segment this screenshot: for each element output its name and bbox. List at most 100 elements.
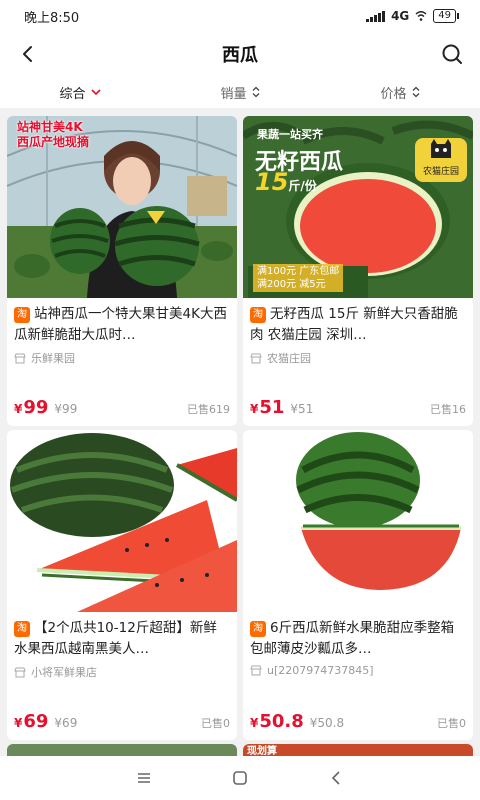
taobao-tag: 淘 — [14, 621, 30, 637]
back-icon[interactable] — [328, 770, 344, 786]
product-title-text: 站神西瓜一个特大果甘美4K大西瓜新鲜脆甜大瓜时… — [14, 306, 227, 343]
sort-arrows-icon — [412, 86, 419, 98]
shop-icon — [14, 667, 26, 677]
banner-weight-row: 15斤/份 — [255, 168, 317, 196]
product-card[interactable]: 淘【2个瓜共10-12斤超甜】新鲜水果西瓜越南黑美人… 小将军鲜果店 ¥69 ¥… — [7, 430, 237, 740]
product-image[interactable]: 果蔬一站买齐 无籽西瓜 15斤/份 农猫庄园 满100元 广东包邮 满200元 … — [243, 116, 473, 298]
shop-icon — [250, 353, 262, 363]
status-bar: 晚上8:50 4G 49 — [0, 0, 480, 32]
original-price: ¥69 — [54, 716, 78, 730]
sort-price[interactable]: 价格 — [320, 83, 480, 102]
peek-label: 现划算 — [247, 746, 277, 756]
sold-count: 已售619 — [187, 403, 230, 416]
price-value: 50.8 — [259, 711, 304, 732]
product-title[interactable]: 淘【2个瓜共10-12斤超甜】新鲜水果西瓜越南黑美人… — [7, 612, 237, 660]
sort-arrows-icon — [252, 86, 259, 98]
shop-row[interactable]: u[2207974737845] — [243, 660, 473, 677]
shop-row[interactable]: 乐鲜果园 — [7, 346, 237, 366]
product-image[interactable] — [243, 430, 473, 612]
price-row: ¥50.8 ¥50.8 已售0 — [250, 711, 466, 732]
price-value: 99 — [23, 397, 49, 418]
product-title[interactable]: 淘 6斤西瓜新鲜水果脆甜应季整箱包邮薄皮沙瓤瓜多… — [243, 612, 473, 660]
battery-level: 49 — [438, 10, 451, 21]
banner-line1: 站神甘美4K — [17, 120, 83, 134]
brand-badge: 农猫庄园 — [415, 138, 467, 182]
sort-bar: 综合 销量 价格 — [0, 76, 480, 108]
price: ¥69 — [14, 711, 48, 732]
next-card-peek[interactable] — [7, 744, 237, 756]
product-card[interactable]: 站神甘美4K 西瓜产地现摘 淘站神西瓜一个特大果甘美4K大西瓜新鲜脆甜大瓜时… … — [7, 116, 237, 426]
currency-symbol: ¥ — [250, 716, 259, 730]
price-value: 69 — [23, 711, 49, 732]
battery-icon: 49 — [433, 9, 459, 23]
currency-symbol: ¥ — [250, 402, 259, 416]
promo-line1: 满100元 广东包邮 — [257, 266, 340, 277]
back-button[interactable] — [14, 40, 42, 68]
system-nav-bar — [0, 756, 480, 800]
status-indicators: 4G 49 — [366, 9, 459, 23]
product-title-text: 6斤西瓜新鲜水果脆甜应季整箱包邮薄皮沙瓤瓜多… — [250, 620, 455, 657]
chevron-down-icon — [90, 89, 101, 96]
taobao-tag: 淘 — [14, 307, 30, 323]
sort-label: 销量 — [220, 86, 247, 102]
price: ¥51 — [250, 397, 284, 418]
sold-count: 已售16 — [430, 403, 466, 416]
taobao-tag: 淘 — [250, 621, 266, 637]
search-icon — [442, 44, 462, 64]
original-price: ¥50.8 — [309, 716, 345, 730]
price: ¥50.8 — [250, 711, 304, 732]
product-title[interactable]: 淘无籽西瓜 15斤 新鲜大只香甜脆肉 农猫庄园 深圳… — [243, 298, 473, 346]
price: ¥99 — [14, 397, 48, 418]
sort-label: 综合 — [59, 86, 86, 102]
shop-name: u[2207974737845] — [267, 664, 374, 677]
original-price: ¥99 — [54, 402, 78, 416]
product-title-text: 【2个瓜共10-12斤超甜】新鲜水果西瓜越南黑美人… — [14, 620, 217, 657]
shop-icon — [14, 353, 26, 363]
sort-label: 价格 — [380, 86, 407, 102]
shop-name: 农猫庄园 — [267, 352, 311, 365]
product-title-text: 无籽西瓜 15斤 新鲜大只香甜脆肉 农猫庄园 深圳… — [250, 306, 458, 343]
search-button[interactable] — [438, 40, 466, 68]
sold-count: 已售0 — [437, 717, 466, 730]
price-row: ¥99 ¥99 已售619 — [14, 397, 230, 418]
product-card[interactable]: 淘 6斤西瓜新鲜水果脆甜应季整箱包邮薄皮沙瓤瓜多… u[2207974737845… — [243, 430, 473, 740]
taobao-tag: 淘 — [250, 307, 266, 323]
sort-sales[interactable]: 销量 — [160, 83, 320, 102]
promo-box: 满100元 广东包邮 满200元 减5元 — [253, 264, 344, 292]
price-row: ¥51 ¥51 已售16 — [250, 397, 466, 418]
promo-line2: 满200元 减5元 — [257, 279, 326, 290]
original-price: ¥51 — [290, 402, 314, 416]
product-title[interactable]: 淘站神西瓜一个特大果甘美4K大西瓜新鲜脆甜大瓜时… — [7, 298, 237, 346]
sold-count: 已售0 — [201, 717, 230, 730]
wifi-icon — [415, 11, 427, 21]
back-arrow-icon — [23, 46, 32, 62]
image-banner: 站神甘美4K 西瓜产地现摘 — [17, 120, 89, 150]
price-row: ¥69 ¥69 已售0 — [14, 711, 230, 732]
cat-logo-icon — [431, 139, 451, 158]
home-icon[interactable] — [232, 770, 248, 786]
product-image[interactable]: 站神甘美4K 西瓜产地现摘 — [7, 116, 237, 298]
sort-comprehensive[interactable]: 综合 — [0, 83, 160, 102]
shop-row[interactable]: 小将军鲜果店 — [7, 660, 237, 680]
status-time: 晚上8:50 — [24, 10, 80, 26]
brand-name: 农猫庄园 — [422, 167, 459, 177]
shop-icon — [250, 665, 262, 676]
price-value: 51 — [259, 397, 285, 418]
banner-line2: 西瓜产地现摘 — [17, 135, 90, 149]
nav-bar: 西瓜 — [0, 32, 480, 76]
next-card-peek[interactable]: 现划算 — [243, 744, 473, 756]
shop-name: 小将军鲜果店 — [31, 666, 97, 679]
currency-symbol: ¥ — [14, 402, 23, 416]
product-card[interactable]: 果蔬一站买齐 无籽西瓜 15斤/份 农猫庄园 满100元 广东包邮 满200元 … — [243, 116, 473, 426]
banner-top: 果蔬一站买齐 — [257, 128, 323, 141]
signal-icon — [366, 10, 386, 22]
product-image[interactable] — [7, 430, 237, 612]
currency-symbol: ¥ — [14, 716, 23, 730]
menu-icon[interactable] — [136, 771, 152, 785]
shop-name: 乐鲜果园 — [31, 352, 75, 365]
page-title: 西瓜 — [222, 45, 258, 66]
banner-unit: 斤/份 — [288, 179, 317, 193]
network-type: 4G — [391, 9, 410, 23]
shop-row[interactable]: 农猫庄园 — [243, 346, 473, 366]
banner-weight: 15 — [255, 168, 289, 196]
